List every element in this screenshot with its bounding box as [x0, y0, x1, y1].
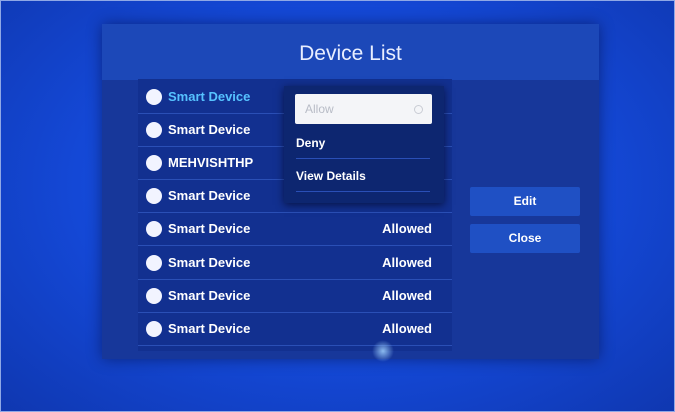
device-icon — [146, 255, 162, 271]
device-icon — [146, 89, 162, 105]
device-row[interactable]: Smart Device Allowed — [138, 213, 452, 246]
device-status: Allowed — [382, 255, 432, 270]
device-name: Smart Device — [168, 89, 251, 104]
device-row[interactable]: Smart Device Allowed — [138, 280, 452, 313]
device-row[interactable]: Smart Device Allowed — [138, 313, 452, 346]
radio-indicator-icon — [414, 105, 423, 114]
view-details-option[interactable]: View Details — [296, 161, 430, 192]
device-icon — [146, 321, 162, 337]
device-status: Allowed — [382, 288, 432, 303]
device-name: Smart Device — [168, 255, 251, 270]
dialog-header: Device List — [102, 24, 599, 80]
edit-button[interactable]: Edit — [470, 187, 580, 216]
device-name: Smart Device — [168, 321, 251, 336]
allow-option[interactable]: Allow — [295, 94, 432, 124]
device-icon — [146, 188, 162, 204]
device-icon — [146, 155, 162, 171]
light-glare — [372, 340, 394, 362]
device-icon — [146, 221, 162, 237]
deny-option[interactable]: Deny — [296, 128, 430, 159]
device-name: Smart Device — [168, 221, 251, 236]
device-name: Smart Device — [168, 188, 251, 203]
device-name: Smart Device — [168, 288, 251, 303]
device-name: Smart Device — [168, 122, 251, 137]
device-context-menu: Allow Deny View Details — [284, 86, 444, 203]
dialog-title: Device List — [299, 42, 402, 65]
device-status: Allowed — [382, 221, 432, 236]
device-name: MEHVISHTHP — [168, 155, 254, 170]
allow-option-label: Allow — [305, 102, 334, 116]
device-status: Allowed — [382, 321, 432, 336]
device-icon — [146, 288, 162, 304]
device-row[interactable]: Smart Device Allowed — [138, 247, 452, 280]
device-icon — [146, 122, 162, 138]
close-button[interactable]: Close — [470, 224, 580, 253]
